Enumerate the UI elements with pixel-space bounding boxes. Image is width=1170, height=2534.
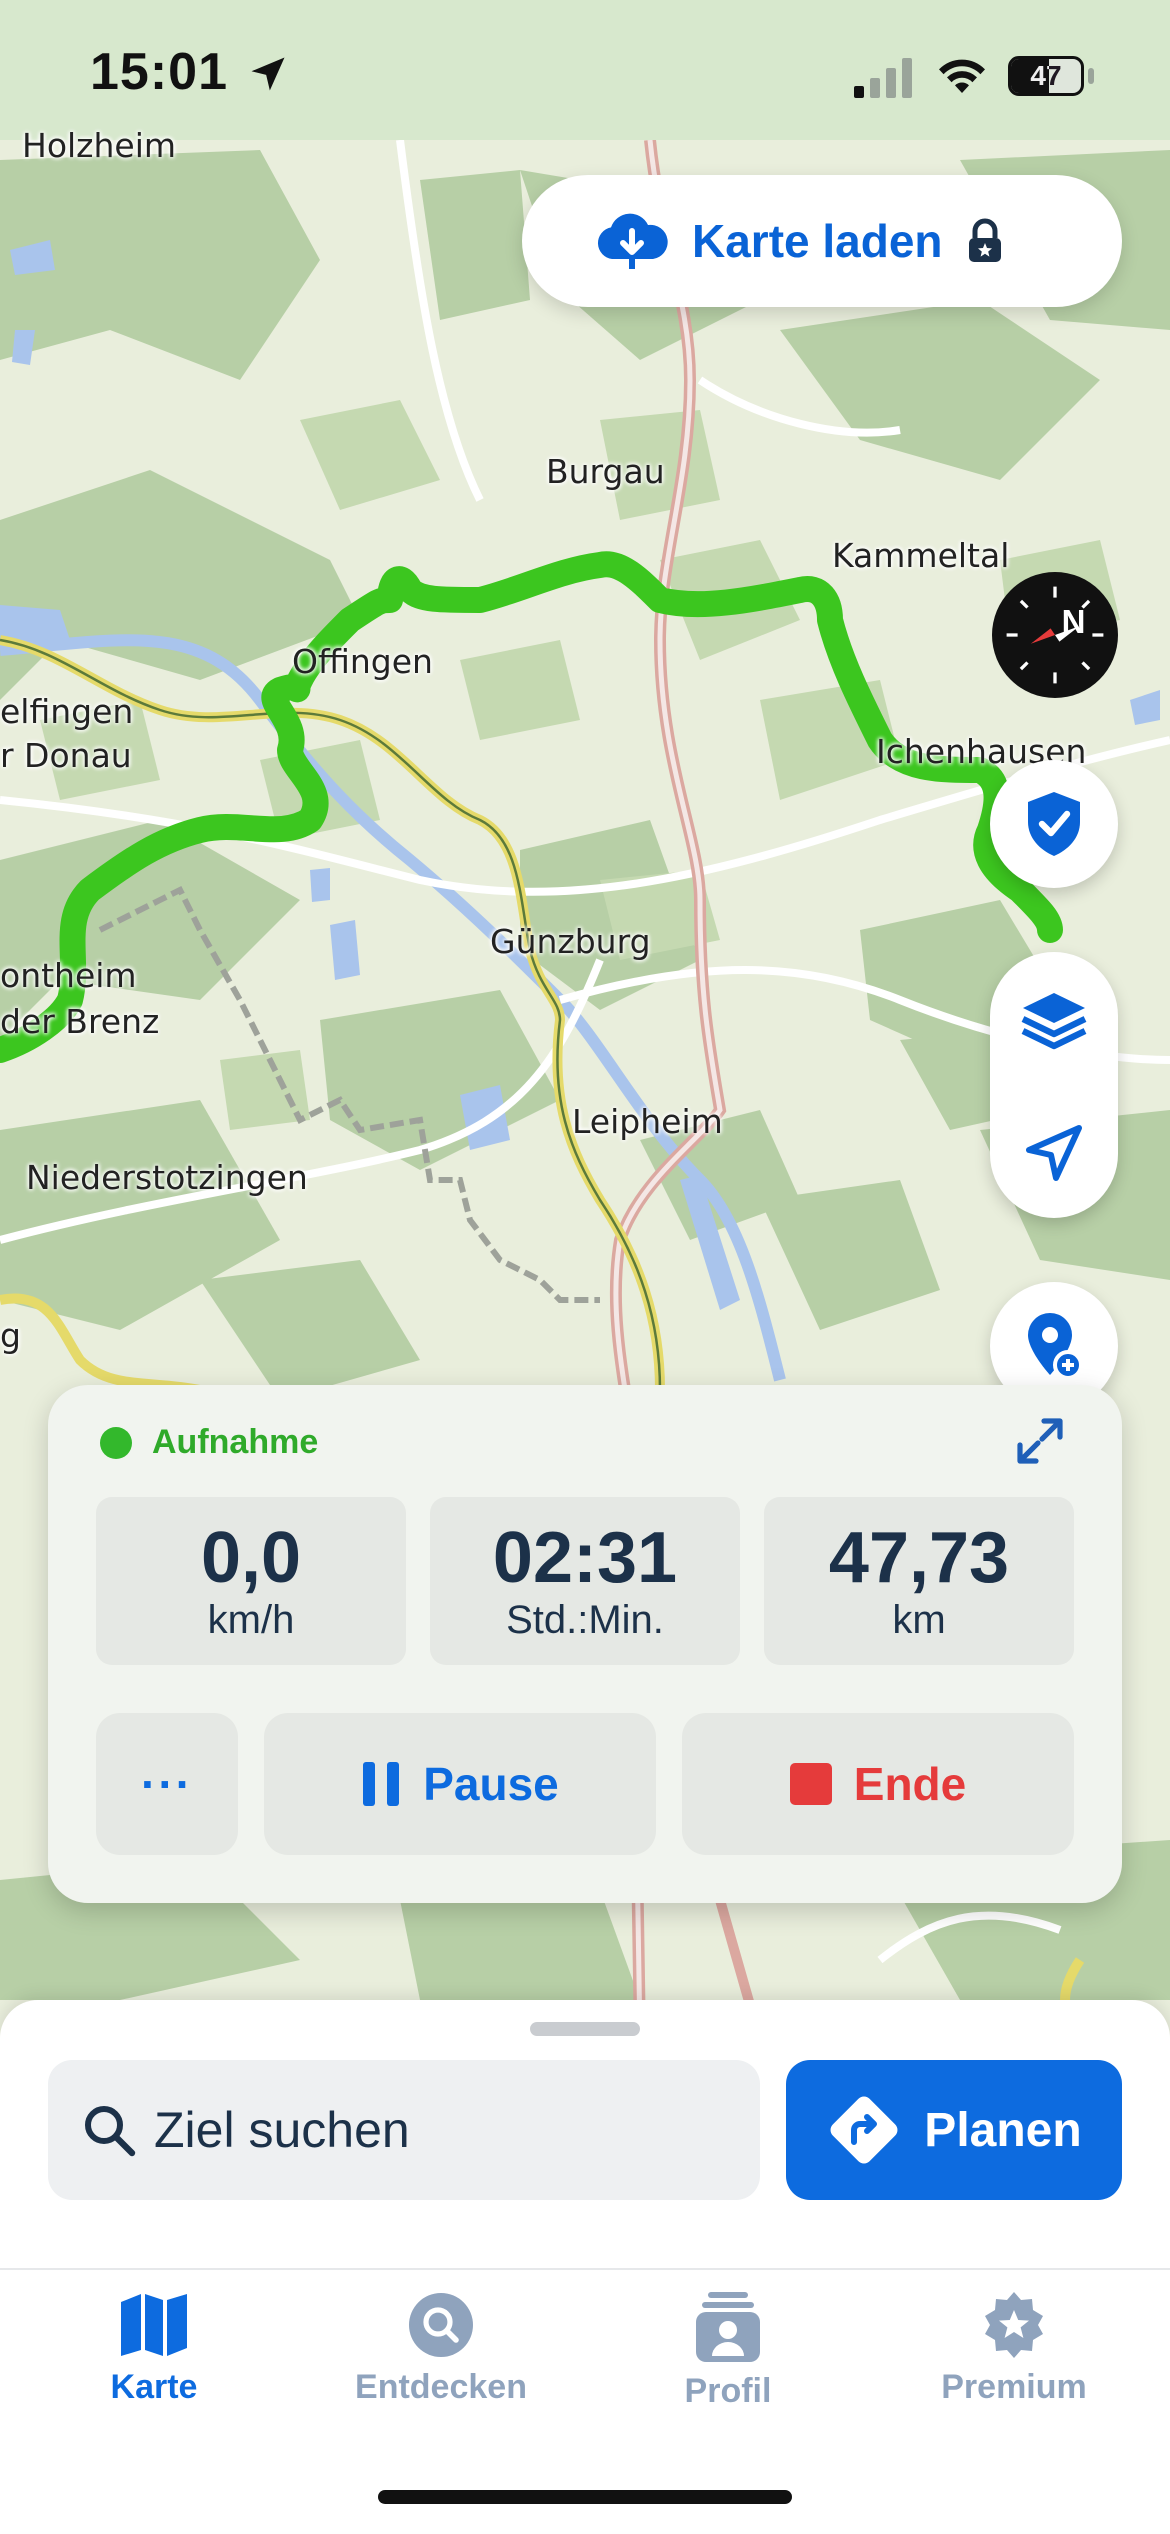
map-label-niederstotzingen: Niederstotzingen bbox=[26, 1158, 308, 1197]
speed-unit: km/h bbox=[207, 1598, 295, 1642]
map-label-der-brenz: der Brenz bbox=[0, 1002, 160, 1041]
recording-status-label: Aufnahme bbox=[152, 1423, 319, 1461]
map-label-leipheim: Leipheim bbox=[572, 1102, 723, 1141]
distance-stat: 47,73 km bbox=[764, 1497, 1074, 1665]
tab-entdecken-label: Entdecken bbox=[355, 2368, 527, 2406]
add-pin-icon bbox=[1028, 1313, 1082, 1380]
home-indicator bbox=[378, 2490, 792, 2504]
download-map-button[interactable]: Karte laden bbox=[522, 175, 1122, 307]
map-label-kammeltal: Kammeltal bbox=[832, 536, 1010, 575]
duration-value: 02:31 bbox=[492, 1518, 678, 1598]
discover-icon bbox=[409, 2293, 473, 2357]
tab-premium-label: Premium bbox=[941, 2368, 1087, 2406]
more-options-button[interactable]: ··· bbox=[96, 1713, 238, 1855]
download-map-label: Karte laden bbox=[692, 215, 943, 267]
stop-icon bbox=[789, 1763, 832, 1805]
map-label-elfingen: elfingen bbox=[0, 692, 134, 731]
tab-karte-label: Karte bbox=[110, 2368, 198, 2406]
status-time: 15:01 bbox=[90, 43, 228, 101]
profile-icon bbox=[696, 2292, 760, 2362]
search-placeholder: Ziel suchen bbox=[154, 2102, 410, 2158]
map-icon bbox=[121, 2294, 187, 2356]
cloud-download-icon bbox=[597, 213, 668, 269]
compass-button[interactable]: N bbox=[992, 572, 1118, 698]
speed-value: 0,0 bbox=[200, 1518, 302, 1598]
shield-check-icon bbox=[1028, 792, 1080, 856]
map-controls-group bbox=[990, 952, 1118, 1218]
pause-label: Pause bbox=[423, 1758, 559, 1810]
tab-entdecken[interactable]: Entdecken bbox=[331, 2292, 551, 2407]
expand-icon[interactable] bbox=[1014, 1415, 1066, 1467]
end-button[interactable]: Ende bbox=[682, 1713, 1074, 1855]
recording-status: Aufnahme bbox=[100, 1423, 318, 1462]
recording-panel: Aufnahme 0,0 km/h 02:31 Std.:Min. 47,73 … bbox=[48, 1385, 1122, 1903]
end-label: Ende bbox=[853, 1758, 967, 1810]
route-directions-icon bbox=[830, 2096, 898, 2164]
distance-value: 47,73 bbox=[828, 1518, 1010, 1598]
map-label-g: g bbox=[0, 1316, 21, 1355]
wifi-icon bbox=[939, 59, 985, 93]
speed-stat: 0,0 km/h bbox=[96, 1497, 406, 1665]
duration-unit: Std.:Min. bbox=[506, 1598, 664, 1642]
status-bar: 15:01 47 bbox=[0, 0, 1170, 140]
safety-button[interactable] bbox=[990, 760, 1118, 888]
pause-icon bbox=[363, 1762, 400, 1806]
locate-me-icon[interactable] bbox=[1025, 1124, 1083, 1182]
map-label-holzheim: Holzheim bbox=[22, 126, 177, 165]
tab-profil[interactable]: Profil bbox=[618, 2292, 838, 2411]
search-icon bbox=[85, 2106, 136, 2157]
map-label-burgau: Burgau bbox=[546, 452, 665, 491]
distance-unit: km bbox=[892, 1598, 946, 1642]
plan-route-label: Planen bbox=[924, 2103, 1082, 2157]
search-field[interactable]: Ziel suchen bbox=[48, 2060, 760, 2200]
map-label-guenzburg: Günzburg bbox=[490, 922, 651, 961]
map-label-donau: r Donau bbox=[0, 736, 132, 775]
bottom-sheet: Ziel suchen Planen Karte Entdecken Profi… bbox=[0, 2000, 1170, 2534]
location-arrow-icon bbox=[251, 57, 285, 91]
recording-dot-icon bbox=[100, 1426, 132, 1459]
tab-premium[interactable]: Premium bbox=[904, 2292, 1124, 2407]
lock-icon bbox=[968, 218, 1001, 262]
sheet-handle[interactable] bbox=[530, 2022, 640, 2036]
more-options-icon: ··· bbox=[141, 1758, 193, 1810]
layers-icon[interactable] bbox=[1019, 989, 1089, 1051]
plan-route-button[interactable]: Planen bbox=[786, 2060, 1122, 2200]
battery-level: 47 bbox=[1030, 60, 1062, 91]
battery-icon: 47 bbox=[1008, 56, 1084, 96]
duration-stat: 02:31 Std.:Min. bbox=[430, 1497, 740, 1665]
battery-cap bbox=[1088, 68, 1094, 84]
compass-icon: N bbox=[1006, 586, 1104, 684]
map-label-offingen: Offingen bbox=[292, 642, 433, 681]
cellular-signal-icon bbox=[854, 58, 912, 98]
pause-button[interactable]: Pause bbox=[264, 1713, 656, 1855]
premium-badge-icon bbox=[985, 2292, 1043, 2358]
map-label-ontheim: ontheim bbox=[0, 956, 137, 995]
tab-karte[interactable]: Karte bbox=[44, 2292, 264, 2407]
tab-profil-label: Profil bbox=[684, 2372, 772, 2410]
svg-text:N: N bbox=[1062, 603, 1086, 640]
